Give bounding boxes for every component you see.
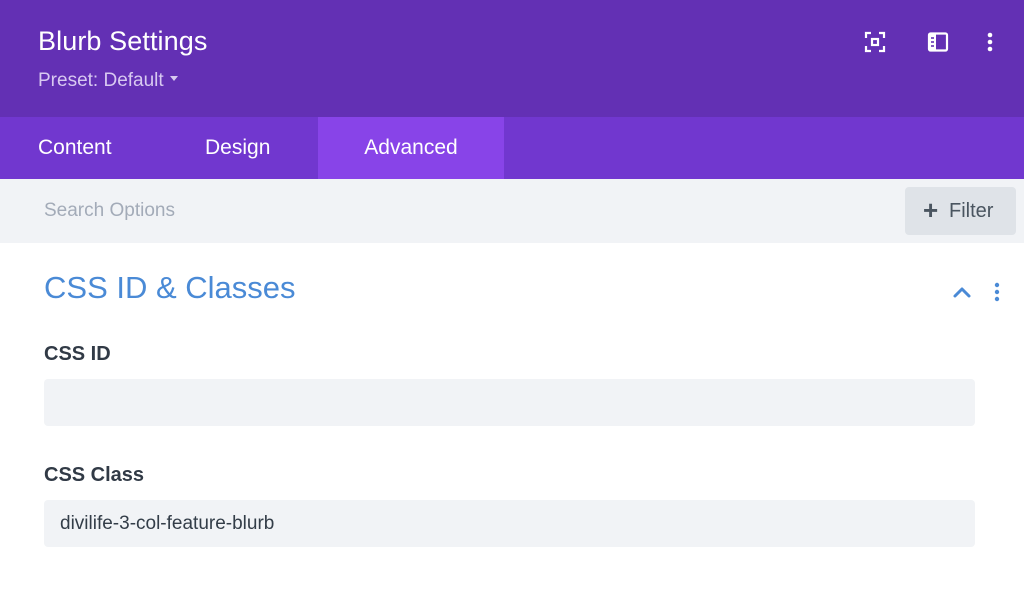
- tab-design[interactable]: Design: [205, 117, 270, 179]
- plus-icon: +: [923, 195, 939, 225]
- css-class-field[interactable]: [44, 500, 975, 547]
- chevron-up-icon[interactable]: [950, 280, 974, 304]
- preset-selector[interactable]: Preset: Default: [38, 70, 178, 92]
- split-view-icon[interactable]: [926, 30, 950, 54]
- css-id-label: CSS ID: [44, 343, 111, 365]
- section-title[interactable]: CSS ID & Classes: [44, 270, 296, 306]
- section-more-icon[interactable]: [986, 280, 1008, 306]
- blurb-settings-panel: Blurb Settings Preset: Default Content D…: [0, 0, 1024, 593]
- search-options-input[interactable]: [44, 197, 644, 225]
- tab-advanced[interactable]: Advanced: [318, 117, 504, 179]
- filter-button-label: Filter: [949, 200, 994, 222]
- css-id-field[interactable]: [44, 379, 975, 426]
- panel-title: Blurb Settings: [38, 26, 208, 56]
- filter-button[interactable]: + Filter: [905, 187, 1016, 235]
- expand-icon[interactable]: [863, 30, 887, 54]
- settings-tabs: Content Design Advanced: [0, 117, 1024, 179]
- tab-content[interactable]: Content: [38, 117, 112, 179]
- search-bar: [0, 179, 1024, 243]
- preset-label: Preset: Default: [38, 70, 164, 91]
- css-class-label: CSS Class: [44, 464, 145, 486]
- settings-header: Blurb Settings Preset: Default: [0, 0, 1024, 117]
- caret-down-icon: [169, 76, 178, 82]
- more-vertical-icon[interactable]: [978, 30, 1002, 54]
